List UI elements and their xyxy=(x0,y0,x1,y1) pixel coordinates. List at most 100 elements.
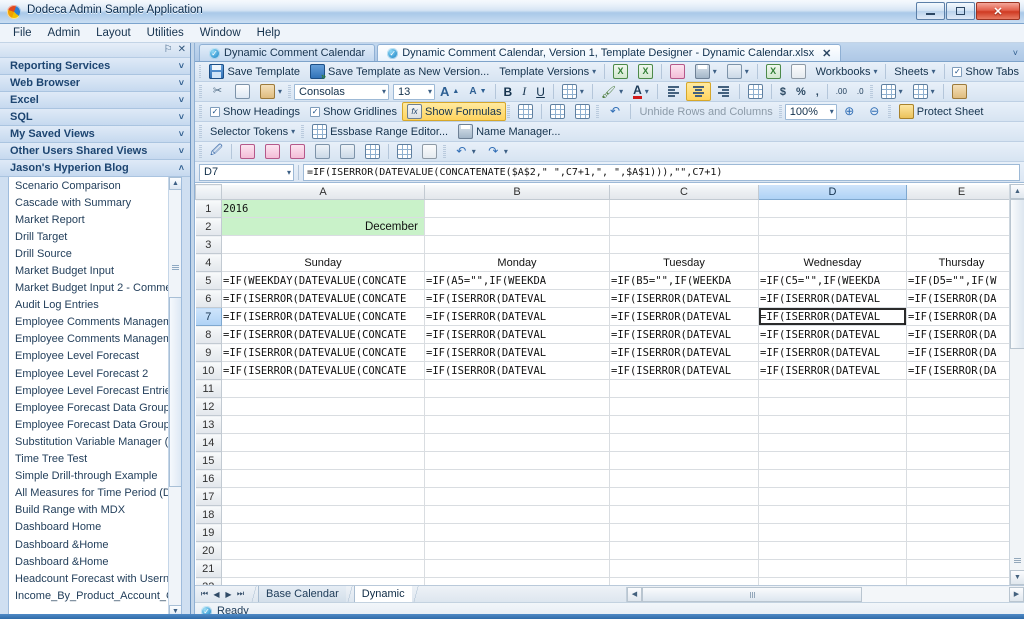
nav-item-employee-level-forecast-entries[interactable]: Employee Level Forecast Entries xyxy=(9,382,181,399)
format-cells-button[interactable] xyxy=(947,82,972,101)
cell-D4[interactable]: Wednesday xyxy=(758,253,907,272)
undo-button[interactable]: ▾ xyxy=(449,142,481,161)
nav-scrollbar[interactable]: ▲ ▼ xyxy=(168,177,181,618)
export-to-excel-button[interactable] xyxy=(608,62,633,81)
nav-item-scenario-comparison[interactable]: Scenario Comparison xyxy=(9,177,181,194)
cell-E12[interactable] xyxy=(906,397,1017,416)
cell-E21[interactable] xyxy=(906,559,1017,578)
cell-B22[interactable] xyxy=(424,577,610,585)
grow-font-button[interactable]: A ▲ xyxy=(435,82,464,101)
decrease-decimal-button[interactable]: .0 xyxy=(852,85,869,98)
cell-D20[interactable] xyxy=(758,541,907,560)
view-tab-overflow-icon[interactable]: ˅ xyxy=(1013,48,1018,58)
cell-A10[interactable]: =IF(ISERROR(DATEVALUE(CONCATE xyxy=(221,361,425,380)
cell-B18[interactable] xyxy=(424,505,610,524)
member-selection-button[interactable] xyxy=(360,142,385,161)
cell-D3[interactable] xyxy=(758,235,907,254)
row-header-3[interactable]: 3 xyxy=(195,235,222,254)
cell-C20[interactable] xyxy=(609,541,759,560)
nav-group-excel[interactable]: Excel ˅ xyxy=(0,92,190,109)
cell-B4[interactable]: Monday xyxy=(424,253,610,272)
row-header-5[interactable]: 5 xyxy=(195,271,222,290)
cell-B5[interactable]: =IF(A5="",IF(WEEKDA xyxy=(424,271,610,290)
cell-C10[interactable]: =IF(ISERROR(DATEVAL xyxy=(609,361,759,380)
cell-A19[interactable] xyxy=(221,523,425,542)
keep-only-button[interactable] xyxy=(310,142,335,161)
cell-E2[interactable] xyxy=(906,217,1017,236)
cell-B1[interactable] xyxy=(424,199,610,218)
nav-item-substitution-variable-manager-vess[interactable]: Substitution Variable Manager (Vess) xyxy=(9,433,181,450)
show-gridlines-checkbox[interactable]: ✓ Show Gridlines xyxy=(305,104,402,120)
cell-C21[interactable] xyxy=(609,559,759,578)
nav-item-dashboard-home-2[interactable]: Dashboard &Home xyxy=(9,536,181,553)
italic-button[interactable]: I xyxy=(517,82,531,101)
nav-item-simple-drill-through-example[interactable]: Simple Drill-through Example xyxy=(9,468,181,485)
cell-D9[interactable]: =IF(ISERROR(DATEVAL xyxy=(758,343,907,362)
shrink-font-button[interactable]: A ▼ xyxy=(464,84,491,99)
fill-color-button[interactable]: 🖌 ▾ xyxy=(596,83,628,101)
cell-E8[interactable]: =IF(ISERROR(DA xyxy=(906,325,1017,344)
cell-D12[interactable] xyxy=(758,397,907,416)
row-header-16[interactable]: 16 xyxy=(195,469,222,488)
cell-E11[interactable] xyxy=(906,379,1017,398)
grid-vertical-scrollbar[interactable]: ▲ ▼ xyxy=(1009,184,1024,585)
align-left-button[interactable] xyxy=(661,82,686,101)
view-tab-template-designer[interactable]: ✓ Dynamic Comment Calendar, Version 1, T… xyxy=(377,44,842,61)
nav-group-other-users-shared-views[interactable]: Other Users Shared Views ˅ xyxy=(0,143,190,160)
nav-group-reporting-services[interactable]: Reporting Services ˅ xyxy=(0,58,190,75)
nav-item-all-measures-for-time-period[interactable]: All Measures for Time Period (Drill Tar.… xyxy=(9,485,181,502)
nav-item-employee-forecast-data-grouping-2[interactable]: Employee Forecast Data Grouping 2 xyxy=(9,416,181,433)
font-name-combo[interactable]: Consolas ▾ xyxy=(294,83,390,100)
row-header-6[interactable]: 6 xyxy=(195,289,222,308)
toolbar-grip[interactable] xyxy=(199,144,202,159)
show-headings-checkbox[interactable]: ✓ Show Headings xyxy=(205,104,305,120)
nav-item-market-budget-input-2-comments[interactable]: Market Budget Input 2 - Comments xyxy=(9,280,181,297)
menu-file[interactable]: File xyxy=(6,25,39,41)
new-document-button[interactable] xyxy=(665,62,690,81)
cell-B8[interactable]: =IF(ISERROR(DATEVAL xyxy=(424,325,610,344)
cell-A18[interactable] xyxy=(221,505,425,524)
toolbar-grip[interactable] xyxy=(869,84,873,99)
row-header-18[interactable]: 18 xyxy=(195,505,222,524)
nav-item-market-budget-input[interactable]: Market Budget Input xyxy=(9,262,181,279)
cell-A14[interactable] xyxy=(221,433,425,452)
nav-group-jasons-hyperion-blog[interactable]: Jason's Hyperion Blog ˄ xyxy=(0,160,190,177)
nav-item-cascade-with-summary[interactable]: Cascade with Summary xyxy=(9,194,181,211)
cell-C1[interactable] xyxy=(609,199,759,218)
row-header-2[interactable]: 2 xyxy=(195,217,222,236)
add-workbook-button[interactable] xyxy=(761,62,786,81)
sheet-last-button[interactable]: ⏭ xyxy=(235,589,246,599)
cell-C8[interactable]: =IF(ISERROR(DATEVAL xyxy=(609,325,759,344)
cell-D16[interactable] xyxy=(758,469,907,488)
show-formulas-button[interactable]: Show Formulas xyxy=(402,102,507,121)
font-size-combo[interactable]: 13 ▾ xyxy=(393,83,436,100)
sheet-tab-base-calendar[interactable]: Base Calendar xyxy=(258,586,346,602)
sheet-next-button[interactable]: ▶ xyxy=(223,590,234,599)
toolbar-grip[interactable] xyxy=(288,84,292,99)
toolbar-grip[interactable] xyxy=(507,104,511,119)
sheet-prev-button[interactable]: ◀ xyxy=(211,590,222,599)
align-center-button[interactable] xyxy=(685,82,711,101)
percent-format-button[interactable]: % xyxy=(791,84,811,100)
hide-rows-button[interactable] xyxy=(545,102,570,121)
selector-tokens-dropdown[interactable]: Selector Tokens ▾ xyxy=(205,124,300,140)
cell-A9[interactable]: =IF(ISERROR(DATEVALUE(CONCATE xyxy=(221,343,425,362)
cell-A17[interactable] xyxy=(221,487,425,506)
delete-cells-button[interactable]: ▾ xyxy=(908,82,940,101)
cell-A21[interactable] xyxy=(221,559,425,578)
unhide-rows-and-columns-button[interactable]: Unhide Rows and Columns xyxy=(634,104,777,120)
row-header-10[interactable]: 10 xyxy=(195,361,222,380)
currency-format-button[interactable]: $ xyxy=(775,84,791,100)
cell-E20[interactable] xyxy=(906,541,1017,560)
view-tab-close-icon[interactable]: ✕ xyxy=(822,47,831,60)
insert-cells-button[interactable]: ▾ xyxy=(876,82,908,101)
cell-C17[interactable] xyxy=(609,487,759,506)
redo-button[interactable]: ▾ xyxy=(481,142,513,161)
toolbar-grip[interactable] xyxy=(887,104,891,119)
bold-button[interactable]: B xyxy=(499,83,518,101)
minimize-button[interactable] xyxy=(916,2,945,20)
cell-A6[interactable]: =IF(ISERROR(DATEVALUE(CONCATE xyxy=(221,289,425,308)
toolbar-grip[interactable] xyxy=(596,104,600,119)
nav-item-employee-comments-management-e[interactable]: Employee Comments Management (E... xyxy=(9,314,181,331)
cell-E19[interactable] xyxy=(906,523,1017,542)
